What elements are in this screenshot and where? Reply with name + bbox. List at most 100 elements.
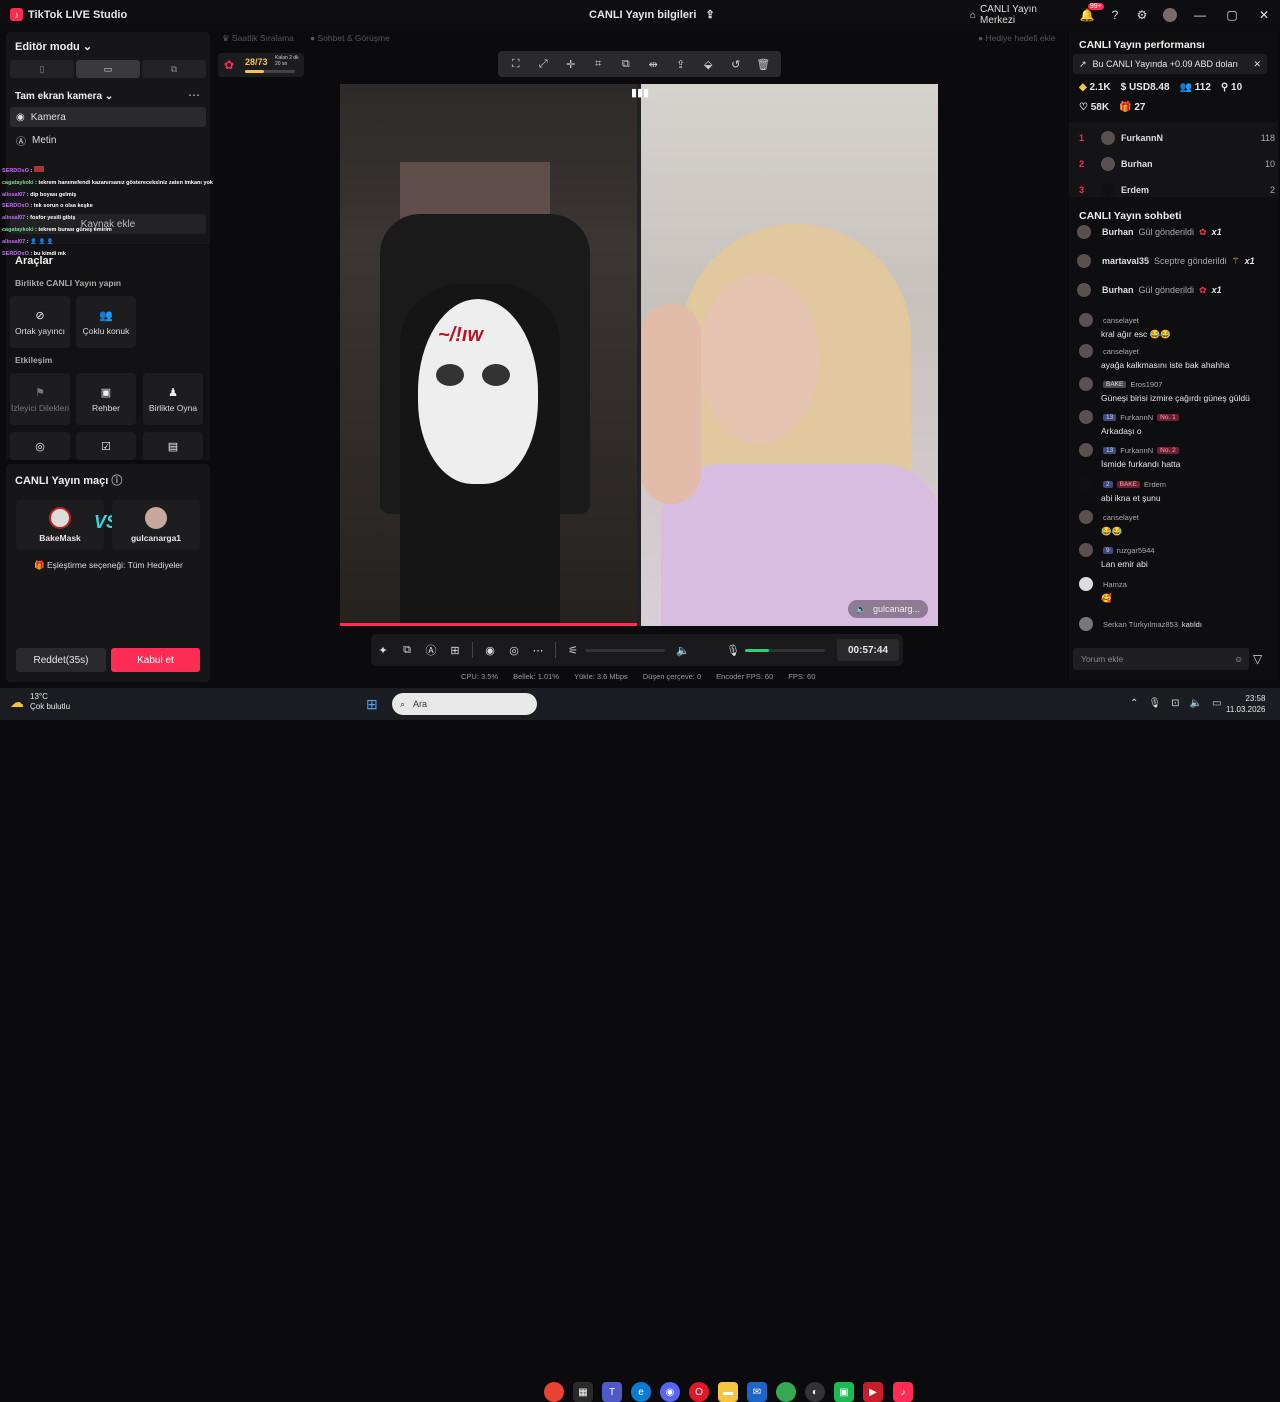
chat-message[interactable]: Hamza 🥰 <box>1079 577 1271 604</box>
ranking-row[interactable]: 3 Erdem 2 <box>1079 182 1275 198</box>
ai-icon[interactable]: Ⓐ <box>419 642 443 658</box>
record-icon[interactable]: ◉ <box>478 644 502 657</box>
folder-icon[interactable]: ▬ <box>718 1382 738 1402</box>
chat-message[interactable]: canselayet ayağa kalkmasını iste bak aha… <box>1079 344 1271 370</box>
mail-icon[interactable]: ✉ <box>747 1382 767 1402</box>
gift-goal-hint[interactable]: ● Hediye hedefi ekle <box>978 33 1055 43</box>
editor-mode-dropdown[interactable]: Editör modu ⌄ <box>15 40 92 53</box>
effects-icon[interactable]: ⧉ <box>395 644 419 657</box>
mic-volume-slider[interactable] <box>745 648 825 652</box>
speaker-icon[interactable]: 🔈 <box>671 644 695 657</box>
maximize-icon[interactable]: ▢ <box>1216 0 1248 30</box>
chevron-up-icon[interactable]: ⌃ <box>1130 698 1138 709</box>
source-text[interactable]: Ⓐ Metin <box>10 130 206 150</box>
weather-widget[interactable]: ☁ 13°C Çok bulutlu <box>10 692 70 712</box>
portrait-layout-icon[interactable]: ▯ <box>10 60 74 78</box>
center-icon[interactable]: ✛ <box>561 58 581 71</box>
chrome-alt-icon[interactable] <box>776 1382 796 1402</box>
close-icon[interactable]: ✕ <box>1248 0 1280 30</box>
help-icon[interactable]: ⓘ <box>111 475 122 487</box>
layer-down-icon[interactable]: ⬙ <box>698 58 718 71</box>
landscape-layout-icon[interactable]: ▭ <box>76 60 140 78</box>
green-app-icon[interactable]: ▣ <box>834 1382 854 1402</box>
delete-icon[interactable]: 🗑 <box>753 58 773 71</box>
help-icon[interactable]: ? <box>1102 0 1128 30</box>
player2-card[interactable]: gulcanarga1 <box>112 500 200 550</box>
network-icon[interactable]: ⊡ <box>1171 698 1179 709</box>
comment-input[interactable]: Yorum ekle ☺ <box>1073 648 1249 670</box>
layer-up-icon[interactable]: ⇪ <box>671 58 691 71</box>
microphone-icon[interactable]: 🎙 <box>721 644 745 657</box>
ranking-row[interactable]: 2 Burhan 10 <box>1079 156 1275 172</box>
hourly-ranking-hint[interactable]: ♛ Saatlik Sıralama <box>222 33 294 44</box>
multi-layout-icon[interactable]: ⧉ <box>142 60 206 78</box>
chat-message[interactable]: canselayet kral ağır esc 😂😂 <box>1079 313 1271 340</box>
more-options-icon[interactable]: ⋯ <box>188 88 200 102</box>
store-icon[interactable]: ▦ <box>573 1382 593 1402</box>
speaker-volume-slider[interactable] <box>585 648 665 652</box>
source-camera[interactable]: ◉ Kamera <box>10 107 206 127</box>
scene-dropdown[interactable]: Tam ekran kamera ⌄ <box>15 91 113 102</box>
copy-icon[interactable]: ⧉ <box>616 58 636 71</box>
flip-icon[interactable]: ⇹ <box>643 58 663 71</box>
avatar[interactable] <box>1156 0 1184 30</box>
tool-card-more-2[interactable]: ☑ <box>76 432 136 460</box>
match-option[interactable]: 🎁 Eşleştirme seçeneği: Tüm Hediyeler <box>34 560 183 571</box>
camera-icon: ◉ <box>16 111 25 123</box>
tiktok-studio-icon[interactable]: ♪ <box>893 1382 913 1402</box>
live-info-title[interactable]: CANLI Yayın bilgileri ⇪ <box>589 8 715 21</box>
live-center-button[interactable]: ⌂ CANLI Yayın Merkezi <box>970 0 1072 30</box>
clock[interactable]: 23:58 11.03.2026 <box>1226 693 1265 715</box>
gift-goal-widget[interactable]: ✿ 28/73 Kalan 2 dk 20 sn <box>218 53 304 77</box>
discord-icon[interactable]: ◉ <box>660 1382 680 1402</box>
accept-button[interactable]: Kabul et <box>111 648 200 672</box>
chat-message[interactable]: 13 FurkannN No. 2 İsmide furkandı hatta <box>1079 443 1271 469</box>
expand-icon[interactable]: ⤢ <box>533 58 553 71</box>
tool-card-more-1[interactable]: ◎ <box>10 432 70 460</box>
magic-wand-icon[interactable]: ✦ <box>371 644 395 657</box>
viewer-wishes-tool[interactable]: ⚑ İzleyici Dilekleri <box>10 373 70 425</box>
volume-icon[interactable]: 🔈 <box>1189 698 1201 709</box>
multi-guest-tool[interactable]: 👥 Çoklu konuk <box>76 296 136 348</box>
emoji-icon[interactable]: ☺ <box>1234 654 1243 664</box>
teams-icon[interactable]: T <box>602 1382 622 1402</box>
play-together-tool[interactable]: ♟ Birlikte Oyna <box>143 373 203 425</box>
tool-card-more-3[interactable]: ▤ <box>143 432 203 460</box>
settings-gear-icon[interactable]: ⚙ <box>1128 0 1156 30</box>
screenshot-icon[interactable]: ◎ <box>502 644 526 657</box>
add-media-icon[interactable]: ⊞ <box>443 644 467 657</box>
app-icon[interactable]: ◐ <box>805 1382 825 1402</box>
chat-call-hint[interactable]: ● Sohbet & Görüşme <box>310 33 390 43</box>
fit-screen-icon[interactable]: ⛶ <box>506 58 526 71</box>
chat-message[interactable]: canselayet 😂😂 <box>1079 510 1271 537</box>
minimize-icon[interactable]: — <box>1184 0 1216 30</box>
crop-icon[interactable]: ⌗ <box>588 58 608 71</box>
close-icon[interactable]: ✕ <box>1253 59 1261 70</box>
microphone-icon[interactable]: 🎙 <box>1148 698 1161 709</box>
ranking-row[interactable]: 1 FurkannN 118 <box>1079 130 1275 146</box>
edge-icon[interactable]: e <box>631 1382 651 1402</box>
decline-button[interactable]: Reddet(35s) <box>16 648 106 672</box>
opera-icon[interactable]: O <box>689 1382 709 1402</box>
youtube-icon[interactable]: ▶ <box>863 1382 883 1402</box>
cohost-tool[interactable]: ⊘ Ortak yayıncı <box>10 296 70 348</box>
undo-icon[interactable]: ↺ <box>726 58 746 71</box>
battery-icon[interactable]: ▭ <box>1212 698 1221 709</box>
audio-levels-icon[interactable]: ▮▮▮ <box>631 86 649 99</box>
audio-mixer-icon[interactable]: ⚟ <box>561 644 585 657</box>
chrome-icon[interactable] <box>544 1382 564 1402</box>
more-options-icon[interactable]: ⋯ <box>526 644 550 657</box>
notifications-button[interactable]: 🔔 99+ <box>1072 0 1104 30</box>
share-icon[interactable]: ⇪ <box>705 9 714 21</box>
guest-label[interactable]: 🔈 gulcanarg... <box>847 600 928 618</box>
send-icon[interactable]: ▽ <box>1253 652 1262 666</box>
player1-card[interactable]: BakeMask <box>16 500 104 550</box>
taskbar-search[interactable]: ⌕ Ara <box>392 693 537 715</box>
guide-tool[interactable]: ▣ Rehber <box>76 373 136 425</box>
windows-start-icon[interactable]: ⊞ <box>366 696 378 713</box>
chat-message[interactable]: BAKE Eros1907 Güneşi birisi izmire çağırd… <box>1079 377 1271 403</box>
chat-message[interactable]: 2 BAKE Erdem abi ikna et şunu <box>1079 477 1271 503</box>
chat-message[interactable]: 13 FurkannN No. 1 Arkadaşı o <box>1079 410 1271 436</box>
earnings-banner[interactable]: ↗ Bu CANLI Yayında +0.09 ABD doları ✕ <box>1073 54 1267 74</box>
chat-message[interactable]: 9 ruzgar5944 Lan emir abi <box>1079 543 1271 569</box>
